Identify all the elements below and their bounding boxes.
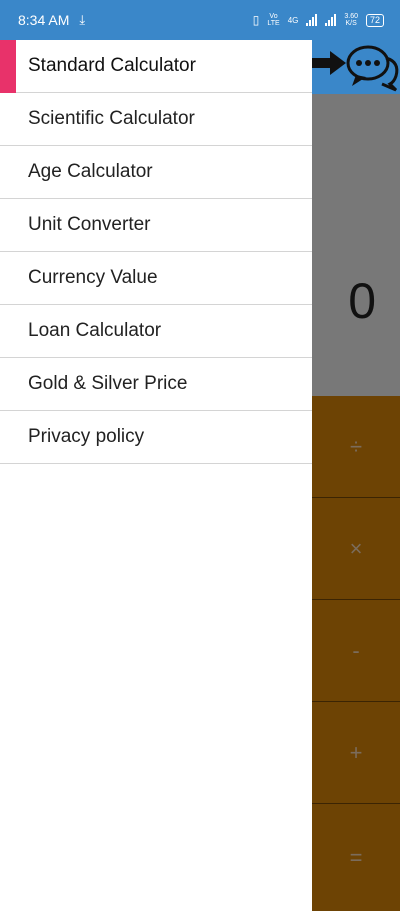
active-indicator xyxy=(0,40,16,93)
drawer-item-label: Unit Converter xyxy=(28,214,151,235)
battery-icon: 72 xyxy=(365,13,384,27)
drawer-item-label: Scientific Calculator xyxy=(28,108,195,129)
chat-bubble-icon[interactable] xyxy=(346,44,400,92)
volte-bottom: LTE xyxy=(267,20,280,27)
drawer-item-label: Privacy policy xyxy=(28,426,145,447)
multiply-key[interactable]: × xyxy=(312,498,400,600)
network-speed: 3.60 K/S xyxy=(344,13,358,27)
drawer-item-loan-calculator[interactable]: Loan Calculator xyxy=(0,305,312,358)
drawer-item-label: Loan Calculator xyxy=(28,320,162,341)
status-time: 8:34 AM xyxy=(18,12,70,28)
plus-key[interactable]: + xyxy=(312,702,400,804)
drawer-item-label: Standard Calculator xyxy=(28,55,196,76)
download-icon: ⤓ xyxy=(79,12,86,27)
signal-icon-2 xyxy=(325,14,337,26)
network-type: 4G xyxy=(287,15,299,25)
navigation-drawer: Standard Calculator Scientific Calculato… xyxy=(0,40,312,911)
drawer-item-age-calculator[interactable]: Age Calculator xyxy=(0,146,312,199)
battery-level: 72 xyxy=(369,14,380,25)
drawer-item-label: Age Calculator xyxy=(28,161,153,182)
drawer-item-privacy-policy[interactable]: Privacy policy xyxy=(0,411,312,464)
drawer-item-currency-value[interactable]: Currency Value xyxy=(0,252,312,305)
minus-key[interactable]: - xyxy=(312,600,400,702)
drawer-item-label: Gold & Silver Price xyxy=(28,373,188,394)
status-bar: 8:34 AM ⤓ ▯ Vo LTE 4G 3.60 K/S 72 xyxy=(0,0,400,40)
speed-value: 3.60 xyxy=(344,13,358,20)
vibrate-icon: ▯ xyxy=(252,13,260,27)
arrow-right-icon[interactable] xyxy=(312,49,346,77)
drawer-item-label: Currency Value xyxy=(28,267,158,288)
equals-key[interactable]: = xyxy=(312,804,400,911)
speed-unit: K/S xyxy=(345,20,357,27)
drawer-item-scientific-calculator[interactable]: Scientific Calculator xyxy=(0,93,312,146)
volte-top: Vo xyxy=(269,13,278,20)
drawer-item-gold-silver-price[interactable]: Gold & Silver Price xyxy=(0,358,312,411)
drawer-item-unit-converter[interactable]: Unit Converter xyxy=(0,199,312,252)
drawer-item-standard-calculator[interactable]: Standard Calculator xyxy=(0,40,312,93)
display-value: 0 xyxy=(348,273,376,329)
status-icons: ▯ Vo LTE 4G 3.60 K/S 72 xyxy=(253,13,384,27)
signal-icon xyxy=(306,14,318,26)
volte-indicator: Vo LTE xyxy=(267,13,279,27)
divide-key[interactable]: ÷ xyxy=(312,396,400,498)
